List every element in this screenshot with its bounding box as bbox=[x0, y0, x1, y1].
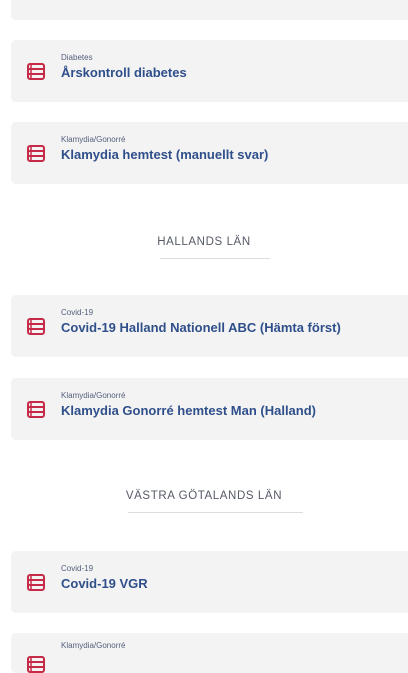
card-category: Covid-19 bbox=[61, 564, 94, 573]
test-kit-icon bbox=[27, 401, 45, 418]
card-title: Covid-19 Halland Nationell ABC (Hämta fö… bbox=[61, 320, 341, 335]
card-category: Klamydia/Gonorré bbox=[61, 391, 126, 400]
card-category: Klamydia/Gonorré bbox=[61, 135, 126, 144]
section-divider bbox=[128, 512, 303, 513]
card-category: Klamydia/Gonorré bbox=[61, 641, 126, 650]
test-card-covid-halland[interactable]: Covid-19 Covid-19 Halland Nationell ABC … bbox=[11, 295, 408, 357]
card-category: Diabetes bbox=[61, 53, 93, 62]
test-kit-icon bbox=[27, 656, 45, 673]
test-kit-icon bbox=[27, 318, 45, 335]
test-card-klamydia-hemtest[interactable]: Klamydia/Gonorré Klamydia hemtest (manue… bbox=[11, 122, 408, 184]
test-kit-icon bbox=[27, 145, 45, 162]
page: { "cards": [ { "category": "", "title": … bbox=[0, 0, 408, 673]
section-header-vastra-gotalands-lan: VÄSTRA GÖTALANDS LÄN bbox=[125, 490, 283, 502]
card-title: Covid-19 VGR bbox=[61, 576, 148, 591]
test-card-klamydia-partial[interactable]: Klamydia/Gonorré bbox=[11, 633, 408, 673]
test-card[interactable] bbox=[11, 0, 408, 20]
card-title: Klamydia hemtest (manuellt svar) bbox=[61, 147, 269, 162]
test-card-covid-vgr[interactable]: Covid-19 Covid-19 VGR bbox=[11, 551, 408, 613]
card-title: Klamydia Gonorré hemtest Man (Halland) bbox=[61, 403, 316, 418]
test-kit-icon bbox=[27, 574, 45, 591]
test-card-arskontroll-diabetes[interactable]: Diabetes Årskontroll diabetes bbox=[11, 40, 408, 102]
card-category: Covid-19 bbox=[61, 308, 94, 317]
card-title: Årskontroll diabetes bbox=[61, 65, 187, 80]
test-card-klamydia-gonorre-man[interactable]: Klamydia/Gonorré Klamydia Gonorré hemtes… bbox=[11, 378, 408, 440]
section-header-hallands-lan: HALLANDS LÄN bbox=[157, 236, 251, 248]
section-divider bbox=[160, 258, 270, 259]
test-kit-icon bbox=[27, 63, 45, 80]
